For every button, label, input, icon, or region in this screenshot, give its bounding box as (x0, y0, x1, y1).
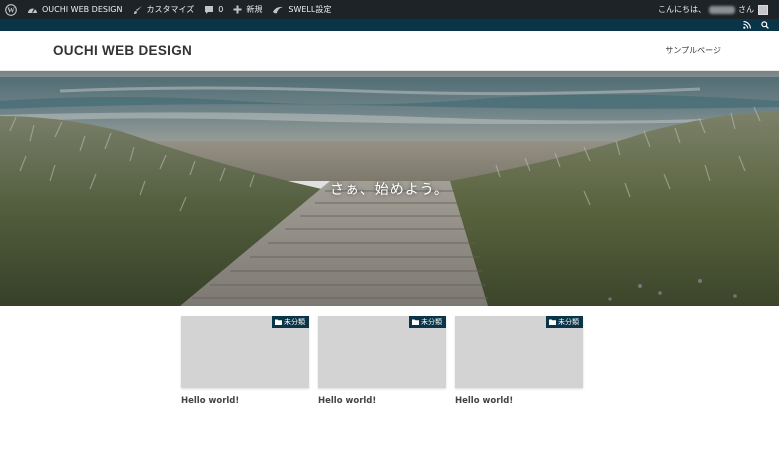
post-card[interactable]: 未分類 Hello world! (318, 316, 446, 406)
category-badge: 未分類 (409, 316, 446, 328)
wordpress-icon: W (5, 3, 17, 16)
new-label: 新規 (246, 5, 263, 14)
post-list: 未分類 Hello world! 未分類 Hello world! 未分類 He… (181, 316, 583, 416)
avatar (758, 4, 768, 15)
new-content-menu[interactable]: 新規 (228, 0, 267, 19)
blurred-username (709, 5, 735, 14)
site-title[interactable]: OUCHI WEB DESIGN (53, 43, 192, 58)
greeting-suffix: さん (738, 5, 754, 14)
post-card[interactable]: 未分類 Hello world! (455, 316, 583, 406)
folder-icon (412, 319, 419, 325)
swell-icon (272, 5, 284, 15)
main-visual: さぁ、始めよう。 (0, 71, 779, 306)
comments-menu[interactable]: 0 (199, 0, 228, 19)
hero-catchphrase: さぁ、始めよう。 (330, 182, 449, 198)
svg-text:W: W (7, 5, 15, 14)
post-thumbnail[interactable]: 未分類 (318, 316, 446, 388)
site-name-label: OUCHI WEB DESIGN (42, 5, 123, 14)
folder-icon (275, 319, 282, 325)
post-thumbnail[interactable]: 未分類 (181, 316, 309, 388)
customize-label: カスタマイズ (146, 5, 195, 14)
my-account-menu[interactable]: こんにちは、 さん (653, 0, 773, 19)
category-badge: 未分類 (272, 316, 309, 328)
post-title[interactable]: Hello world! (455, 396, 583, 406)
post-title[interactable]: Hello world! (318, 396, 446, 406)
header-top-bar (0, 19, 779, 31)
category-label: 未分類 (284, 318, 305, 326)
post-thumbnail[interactable]: 未分類 (455, 316, 583, 388)
category-label: 未分類 (421, 318, 442, 326)
plus-icon (233, 5, 242, 14)
category-badge: 未分類 (546, 316, 583, 328)
post-title[interactable]: Hello world! (181, 396, 309, 406)
folder-icon (549, 319, 556, 325)
comment-icon (204, 5, 214, 15)
admin-bar: W OUCHI WEB DESIGN カスタマイズ 0 新規 SWELL設定 こ… (0, 0, 779, 19)
category-label: 未分類 (558, 318, 579, 326)
site-name-menu[interactable]: OUCHI WEB DESIGN (22, 0, 128, 19)
swell-settings-label: SWELL設定 (288, 5, 332, 14)
customize-menu[interactable]: カスタマイズ (128, 0, 200, 19)
wordpress-logo-menu[interactable]: W (0, 0, 22, 19)
swell-settings-menu[interactable]: SWELL設定 (267, 0, 336, 19)
post-card[interactable]: 未分類 Hello world! (181, 316, 309, 406)
dashboard-icon (27, 5, 38, 15)
search-icon[interactable] (761, 21, 769, 29)
comments-count: 0 (218, 5, 224, 14)
brush-icon (133, 5, 143, 15)
nav-item-sample-page[interactable]: サンプルページ (665, 45, 721, 56)
site-header: OUCHI WEB DESIGN サンプルページ (0, 31, 779, 71)
rss-icon[interactable] (743, 21, 751, 29)
greeting-label: こんにちは、 (658, 5, 706, 14)
